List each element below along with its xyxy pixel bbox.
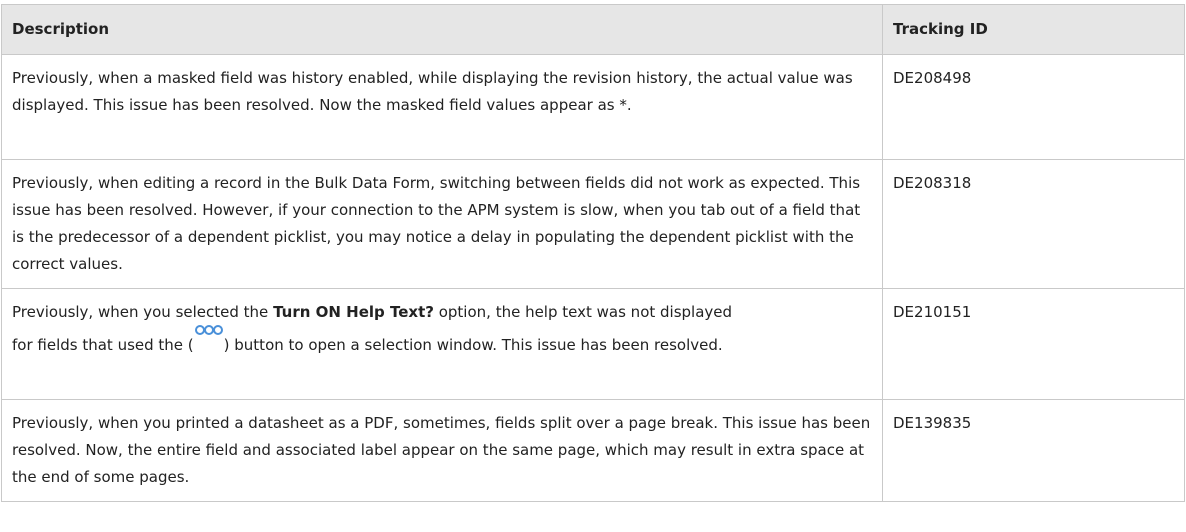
- table-row: Previously, when you printed a datasheet…: [1, 399, 1185, 502]
- description-text: Previously, when you selected the: [12, 303, 274, 321]
- description-cell: Previously, when you printed a datasheet…: [1, 399, 883, 502]
- table-row: Previously, when a masked field was hist…: [1, 54, 1185, 160]
- description-text: for fields that used the (: [12, 336, 194, 354]
- table-row: Previously, when you selected the Turn O…: [1, 288, 1185, 400]
- description-cell: Previously, when you selected the Turn O…: [1, 288, 883, 400]
- tracking-id-cell: DE208498: [882, 54, 1185, 160]
- table-header-row: Description Tracking ID: [1, 4, 1185, 55]
- table-row: Previously, when editing a record in the…: [1, 159, 1185, 289]
- tracking-id-header: Tracking ID: [882, 4, 1185, 55]
- issues-table: Description Tracking ID Previously, when…: [1, 4, 1185, 502]
- description-header: Description: [1, 4, 883, 55]
- tracking-id-cell: DE139835: [882, 399, 1185, 502]
- turn-on-help-text-option: Turn ON Help Text?: [273, 303, 434, 321]
- ellipsis-button-icon: [194, 320, 224, 336]
- description-text: ) button to open a selection window. Thi…: [223, 336, 723, 354]
- description-text: option, the help text was not displayed: [433, 303, 733, 321]
- tracking-id-cell: DE208318: [882, 159, 1185, 289]
- description-cell: Previously, when editing a record in the…: [1, 159, 883, 289]
- description-cell: Previously, when a masked field was hist…: [1, 54, 883, 160]
- tracking-id-cell: DE210151: [882, 288, 1185, 400]
